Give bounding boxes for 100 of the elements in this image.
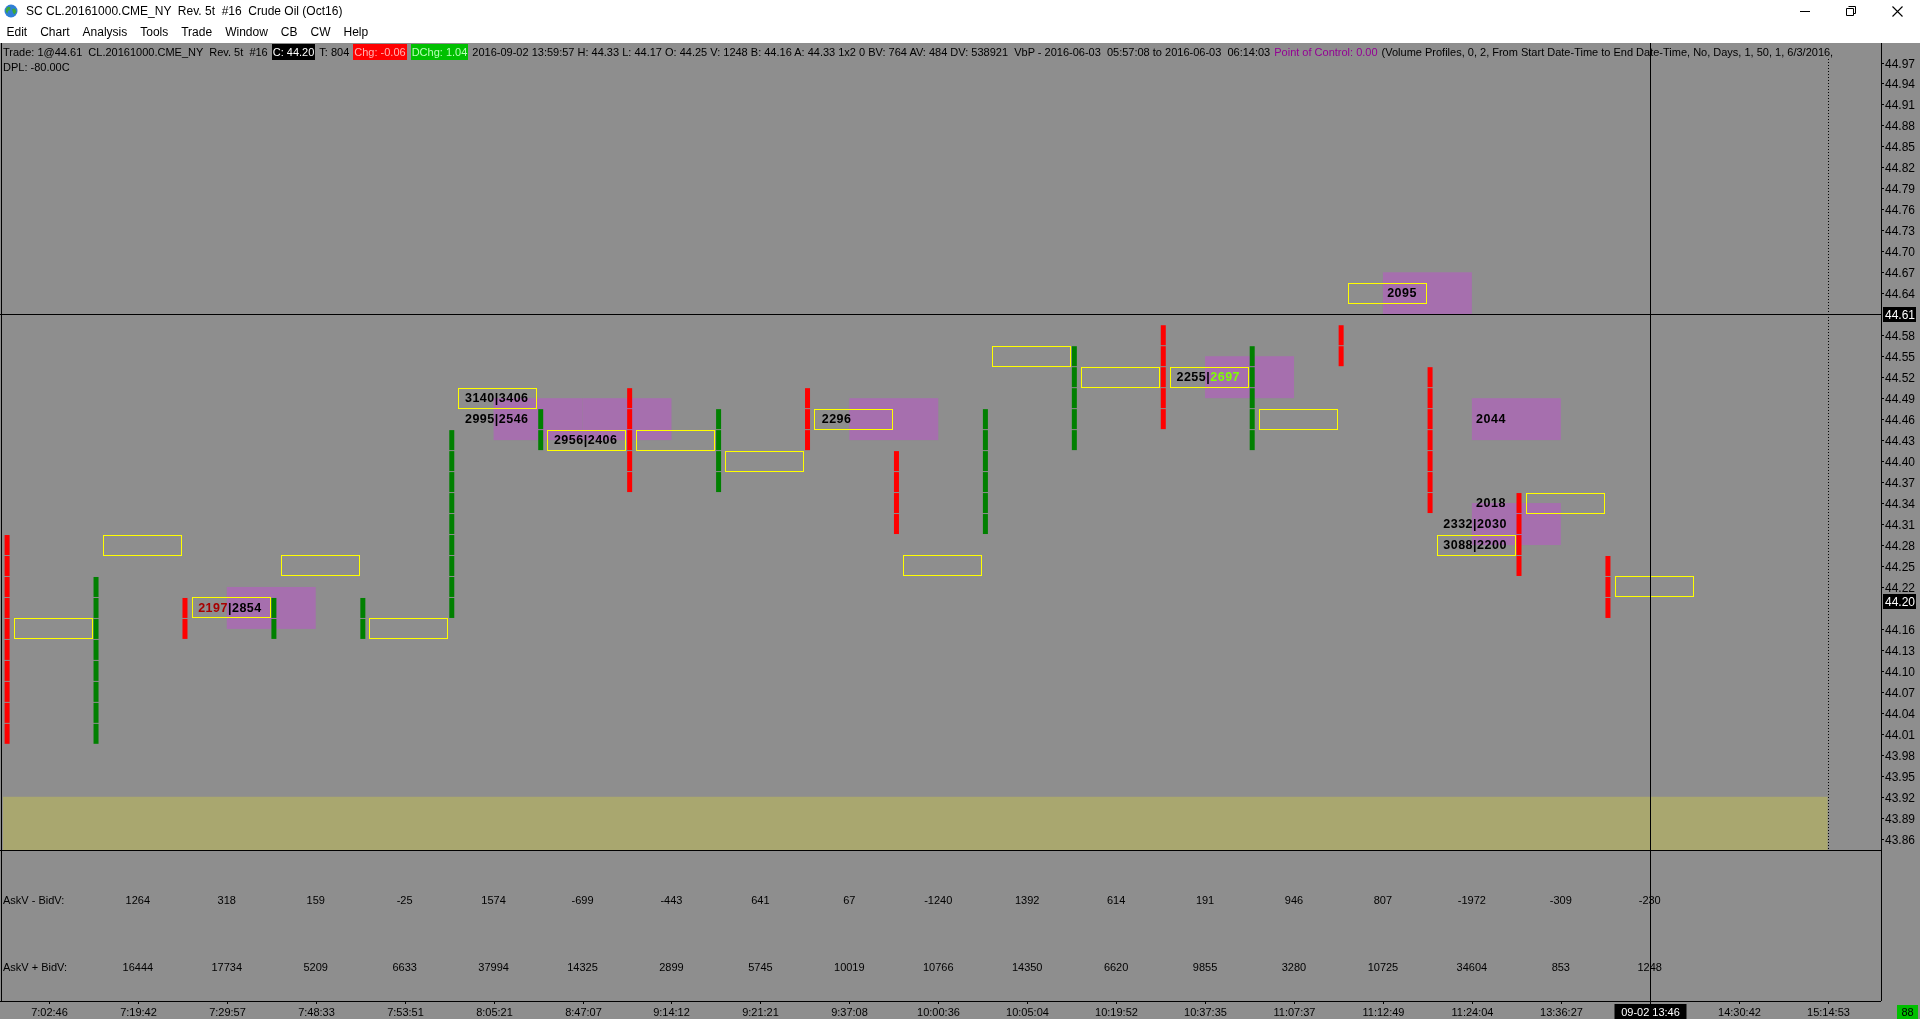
delta-value: 946 (1284, 894, 1304, 906)
info-text: Trade: 1@44.61 CL.20161000.CME_NY Rev. 5t #16 (3, 45, 268, 60)
delta-value: 1392 (1014, 894, 1040, 906)
menu-item[interactable]: CW (304, 22, 337, 43)
price-label: 43.86 (1885, 832, 1916, 847)
time-label: 7:48:33 (298, 1005, 335, 1018)
globe-icon (4, 4, 18, 18)
volume-value: 5209 (303, 961, 328, 973)
volume-value: 16444 (122, 961, 154, 973)
price-label: 44.76 (1885, 202, 1916, 217)
volume-value: 14325 (567, 961, 598, 973)
delta-value: -443 (660, 894, 683, 906)
volume-value: 10766 (922, 961, 954, 973)
delta-value: 641 (751, 894, 770, 906)
info-text: T: 804 (319, 45, 350, 60)
marked-volume-label: 2956|2406 (547, 430, 626, 451)
menu-item[interactable]: Window (218, 22, 275, 43)
price-label: 44.97 (1885, 56, 1916, 71)
delta-value: 159 (306, 894, 325, 906)
price-label: 44.55 (1885, 349, 1916, 364)
time-label: 8:47:07 (565, 1005, 602, 1018)
menu-item[interactable]: Chart (33, 22, 77, 43)
menu-item[interactable]: Tools (133, 22, 175, 43)
price-label: 44.28 (1885, 538, 1916, 553)
time-label: 14:30:42 (1718, 1005, 1761, 1018)
info-text: 2016-09-02 13:59:57 H: 44.33 L: 44.17 O: 44.25 V: 1248 B: 44.16 A: 44.33 1x2 0 BV: 764 AV: 484 DV: 538921 VbP - 2016-06-03 05:57:08 to 2016-06-03 06:14:03 (472, 45, 1271, 60)
delta-value: -1972 (1457, 894, 1486, 906)
time-label: 7:53:51 (387, 1005, 424, 1018)
volume-value: 6633 (392, 961, 417, 973)
time-label: 9:14:12 (653, 1005, 690, 1018)
marked-volume-label: 3088|2200 (1437, 535, 1516, 556)
delta-value: 67 (843, 894, 856, 906)
close-icon (1891, 5, 1903, 17)
last-price-label: 44.20 (1883, 594, 1916, 609)
change-tag: Chg: -0.06 (353, 44, 407, 60)
time-label: 10:00:36 (917, 1005, 960, 1018)
menu-item[interactable]: CB (274, 22, 304, 43)
price-label: 44.37 (1885, 475, 1916, 490)
time-label: 7:29:57 (209, 1005, 246, 1018)
price-label: 44.67 (1885, 265, 1916, 280)
volume-value: 17734 (211, 961, 243, 973)
volume-value: 6620 (1103, 961, 1129, 973)
delta-value: -309 (1549, 894, 1572, 906)
menu-item[interactable]: Analysis (76, 22, 134, 43)
delta-value: 807 (1373, 894, 1393, 906)
time-label: 9:37:08 (831, 1005, 868, 1018)
delta-value: -699 (571, 894, 594, 906)
price-label: 44.94 (1885, 76, 1916, 91)
price-label: 44.34 (1885, 496, 1916, 511)
delta-value: 318 (217, 894, 236, 906)
price-label: 44.01 (1885, 727, 1916, 742)
volume-value: 14350 (1011, 961, 1043, 973)
study-text: Point of Control: 0.00 (1274, 45, 1378, 60)
volume-value: 34604 (1456, 961, 1488, 973)
volume-label: 2044 (1476, 412, 1506, 427)
volume-value: 10019 (834, 961, 865, 973)
daily-change-tag: DChg: 1.04 (410, 44, 469, 60)
delta-value: 1264 (125, 894, 151, 906)
marked-volume-label: 2255|2697 (1170, 367, 1249, 388)
time-label: 10:19:52 (1095, 1005, 1138, 1018)
price-label: 44.64 (1885, 286, 1916, 301)
price-label: 43.92 (1885, 790, 1916, 805)
price-label: 44.58 (1885, 328, 1916, 343)
price-label: 44.40 (1885, 454, 1916, 469)
volume-value: 9855 (1192, 961, 1218, 973)
row-label: AskV + BidV: (3, 961, 68, 973)
price-label: 44.25 (1885, 559, 1916, 574)
minimize-icon (1800, 10, 1810, 12)
delta-value: 614 (1106, 894, 1126, 906)
price-label: 44.82 (1885, 160, 1916, 175)
volume-value: 2899 (659, 961, 684, 973)
volume-label: 2995|2546 (464, 412, 529, 427)
menu-item[interactable]: Edit (0, 22, 34, 43)
price-label: 44.07 (1885, 685, 1916, 700)
time-label: 9:21:21 (742, 1005, 779, 1018)
volume-value: 3280 (1281, 961, 1307, 973)
price-label: 44.13 (1885, 643, 1916, 658)
price-label: 44.91 (1885, 97, 1916, 112)
time-label: 10:05:04 (1006, 1005, 1049, 1018)
volume-label: 2018 (1476, 496, 1506, 511)
price-label: 44.70 (1885, 244, 1916, 259)
marked-volume-label: 2197|2854 (192, 597, 271, 618)
restore-icon (1846, 6, 1856, 16)
price-label: 44.16 (1885, 622, 1916, 637)
price-label: 44.22 (1885, 580, 1916, 595)
price-label: 44.73 (1885, 223, 1916, 238)
menu-item[interactable]: Help (337, 22, 375, 43)
menu-item[interactable]: Trade (174, 22, 219, 43)
time-label: 11:12:49 (1362, 1005, 1405, 1018)
volume-value: 5745 (748, 961, 773, 973)
volume-value: 37994 (478, 961, 509, 973)
time-label: 10:37:35 (1184, 1005, 1227, 1018)
marked-volume-label: 2095 (1348, 283, 1427, 304)
marked-volume-label: 2296 (814, 409, 893, 430)
price-label: 43.98 (1885, 748, 1916, 763)
time-label: 8:05:21 (476, 1005, 513, 1018)
time-label: 7:02:46 (31, 1005, 68, 1018)
time-label: 15:14:53 (1807, 1005, 1850, 1018)
price-label: 44.88 (1885, 118, 1916, 133)
volume-value: 10725 (1367, 961, 1399, 973)
